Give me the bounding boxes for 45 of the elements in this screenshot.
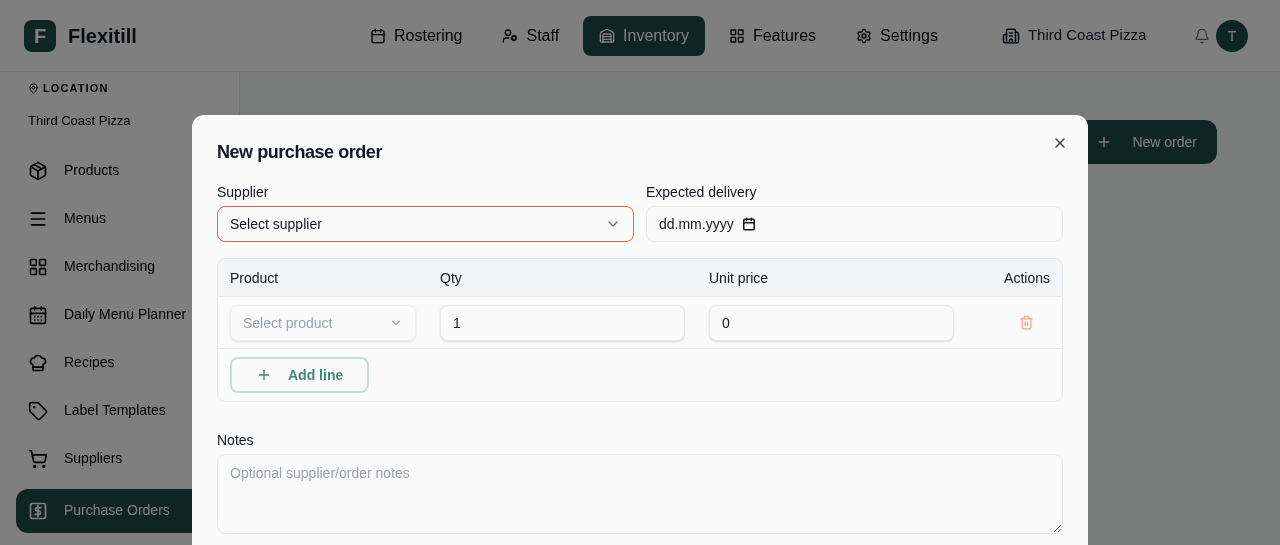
unit-price-input[interactable]: 0 <box>709 304 954 341</box>
logo-badge: F <box>24 19 56 52</box>
calendar-icon <box>370 27 386 44</box>
nav-tab[interactable]: Features <box>712 15 833 56</box>
column-header: Product <box>229 268 280 288</box>
field-label: Supplier <box>217 183 270 202</box>
dialog-title: New purchase order <box>217 141 382 164</box>
plus-icon <box>256 367 272 383</box>
tag-icon <box>28 400 48 421</box>
calendar-icon[interactable] <box>741 217 756 231</box>
nav-tab[interactable]: Inventory <box>583 15 705 56</box>
nav-tab[interactable]: Rostering <box>354 15 479 56</box>
column-header: Qty <box>439 268 463 288</box>
settings-icon <box>856 27 873 44</box>
date-field[interactable]: dd.mm.yyyy <box>646 206 1063 242</box>
field-label: Expected delivery <box>646 183 758 202</box>
warehouse-icon <box>599 27 616 44</box>
grid-icon <box>728 27 745 44</box>
location-label: LOCATION <box>43 81 109 96</box>
field-label: Notes <box>217 431 255 450</box>
location-pin-icon <box>28 82 39 94</box>
sidebar-item[interactable]: Merchandising <box>16 248 223 285</box>
chef-hat-icon <box>28 352 48 373</box>
location-name: Third Coast Pizza <box>1027 25 1147 46</box>
nav-tab[interactable]: Settings <box>840 15 954 56</box>
add-line-button[interactable]: Add line <box>230 357 370 393</box>
notes-field[interactable]: Optional supplier/order notes <box>217 454 1063 534</box>
sidebar-item[interactable]: Daily Menu Planner <box>16 296 223 333</box>
column-header: Actions <box>1003 268 1051 288</box>
sidebar-item[interactable]: Label Templates <box>16 392 223 429</box>
user-gear-icon <box>502 27 519 44</box>
package-icon <box>28 160 48 181</box>
supplier-select[interactable]: Select supplier <box>217 206 634 242</box>
grid-icon <box>28 256 48 277</box>
dollar-square-icon <box>28 500 48 521</box>
nav-tab[interactable]: Staff <box>486 15 576 56</box>
user-avatar[interactable]: T <box>1216 19 1248 52</box>
qty-input[interactable]: 1 <box>440 304 685 341</box>
column-header: Unit price <box>708 268 770 288</box>
building-icon <box>1001 26 1020 45</box>
notification-bell-icon[interactable] <box>1194 27 1211 44</box>
calendar-icon <box>28 304 48 325</box>
cart-icon <box>28 448 48 469</box>
brand-name: Flexitill <box>68 23 137 49</box>
sidebar-item[interactable]: Recipes <box>16 344 223 381</box>
